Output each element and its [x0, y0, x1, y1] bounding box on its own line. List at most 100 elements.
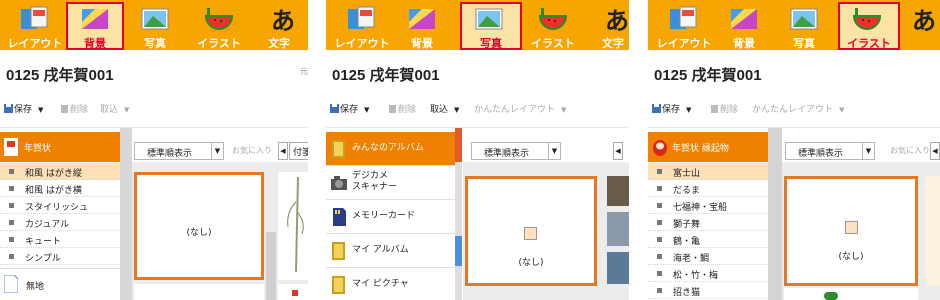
prev-arrow-icon[interactable]: ◀	[613, 142, 623, 160]
album-item[interactable]: マイ ピクチャ	[326, 268, 462, 300]
background-thumbnail[interactable]	[278, 172, 308, 280]
scroll-thumb[interactable]	[455, 236, 462, 266]
album-item[interactable]: メモリーカード	[326, 200, 462, 234]
tool-illust[interactable]: イラスト	[838, 2, 900, 50]
plain-category[interactable]: 無地	[0, 268, 120, 300]
screen-background-tab: レイアウト 背景 写真 イラスト あ 文字 0125 戌年賀001 元 保存 ▼ …	[0, 0, 308, 300]
sort-value: 標準順表示	[147, 149, 193, 159]
list-item[interactable]: 松・竹・梅	[648, 265, 768, 282]
category-header[interactable]: 年賀状	[0, 132, 120, 162]
material-browser: 標準順表示 ▼ ◀ (なし)	[463, 128, 629, 300]
save-button[interactable]: 保存 ▼	[4, 102, 43, 115]
prev-arrow-icon[interactable]: ◀	[930, 142, 940, 160]
delete-button[interactable]: 削除	[60, 102, 88, 115]
save-label: 保存	[14, 105, 33, 115]
list-item-label: 松・竹・梅	[673, 271, 719, 281]
album-item[interactable]: マイ アルバム	[326, 234, 462, 268]
tool-layout[interactable]: レイアウト	[6, 2, 64, 50]
tool-layout[interactable]: レイアウト	[655, 2, 713, 50]
tool-background[interactable]: 背景	[393, 2, 451, 50]
list-item[interactable]: カジュアル	[0, 214, 120, 231]
import-button[interactable]: 取込 ▼	[100, 102, 129, 115]
tag-button[interactable]: 付箋	[289, 142, 308, 160]
illust-thumbnail[interactable]	[784, 288, 918, 300]
tool-background[interactable]: 背景	[66, 2, 124, 50]
material-browser: 標準順表示 ▼ お気に入り ◀ (なし)	[782, 128, 940, 300]
album-item[interactable]: デジカメ スキャナー	[326, 166, 462, 200]
import-button[interactable]: 取込 ▼	[430, 102, 459, 115]
none-card[interactable]: (なし)	[784, 176, 918, 286]
save-icon	[652, 104, 661, 113]
document-title-bar: 0125 戌年賀001 元	[0, 50, 308, 92]
album-item[interactable]: みんなのアルバム	[326, 132, 462, 166]
list-item[interactable]: 鶴・亀	[648, 231, 768, 248]
background-icon	[82, 9, 108, 29]
tool-illust[interactable]: イラスト	[524, 2, 582, 50]
sidebar-scrollbar[interactable]	[455, 128, 462, 300]
photo-icon	[790, 8, 818, 30]
list-item[interactable]: 富士山	[648, 163, 768, 180]
watermelon-icon	[538, 8, 568, 30]
favorite-button[interactable]: お気に入り	[232, 145, 272, 156]
list-item[interactable]: 七福神・宝船	[648, 197, 768, 214]
none-card[interactable]: (なし)	[134, 172, 264, 280]
favorite-button[interactable]: お気に入り	[890, 145, 930, 156]
save-button[interactable]: 保存 ▼	[652, 102, 691, 115]
tool-layout[interactable]: レイアウト	[333, 2, 391, 50]
list-item[interactable]: 招き猫	[648, 282, 768, 299]
photo-thumbnail[interactable]	[607, 212, 629, 246]
tool-text[interactable]: あ	[904, 2, 940, 50]
tool-photo[interactable]: 写真	[460, 2, 522, 50]
none-card[interactable]: (なし)	[465, 176, 597, 286]
prev-arrow-icon[interactable]: ◀	[278, 142, 288, 160]
easy-layout-button[interactable]: かんたんレイアウト ▼	[474, 102, 566, 115]
album-label: みんなのアルバム	[352, 143, 424, 153]
user-tag: 元	[300, 67, 308, 76]
sort-select[interactable]: 標準順表示 ▼	[471, 142, 561, 160]
list-item[interactable]: だるま	[648, 180, 768, 197]
list-item[interactable]: 和風 はがき縦	[0, 163, 120, 180]
sidebar-scrollbar[interactable]	[120, 128, 132, 300]
save-button[interactable]: 保存 ▼	[330, 102, 369, 115]
delete-button[interactable]: 削除	[388, 102, 416, 115]
tool-illust[interactable]: イラスト	[190, 2, 248, 50]
photo-icon	[475, 8, 503, 30]
illust-thumbnail[interactable]	[926, 176, 940, 286]
sort-select[interactable]: 標準順表示 ▼	[785, 142, 875, 160]
scroll-thumb[interactable]	[455, 128, 462, 162]
chevron-down-icon: ▼	[686, 106, 692, 114]
list-item[interactable]: 獅子舞	[648, 214, 768, 231]
photo-thumbnail[interactable]	[607, 252, 629, 284]
list-item[interactable]: スタイリッシュ	[0, 197, 120, 214]
bullet-icon	[657, 203, 662, 208]
delete-button[interactable]: 削除	[710, 102, 738, 115]
sidebar-scrollbar[interactable]	[768, 128, 782, 300]
document-title: 0125 戌年賀001	[332, 67, 440, 84]
bullet-icon	[9, 186, 14, 191]
content-scrollbar[interactable]	[266, 232, 276, 300]
background-thumbnail[interactable]	[278, 284, 308, 300]
tool-photo[interactable]: 写真	[775, 2, 833, 50]
photo-thumbnail[interactable]	[607, 176, 629, 206]
list-item[interactable]: シンプル	[0, 248, 120, 265]
easy-layout-button[interactable]: かんたんレイアウト ▼	[752, 102, 844, 115]
list-item[interactable]: 和風 はがき横	[0, 180, 120, 197]
text-a-icon: あ	[605, 7, 629, 32]
background-thumbnail[interactable]	[134, 284, 264, 300]
list-item[interactable]: 海老・鯛	[648, 248, 768, 265]
tool-layout-label: レイアウト	[656, 37, 712, 50]
tool-text[interactable]: あ 文字	[584, 2, 629, 50]
bullet-icon	[9, 220, 14, 225]
tool-text[interactable]: あ 文字	[250, 2, 308, 50]
category-header[interactable]: 年賀状 縁起物	[648, 132, 768, 162]
list-item[interactable]: キュート	[0, 231, 120, 248]
tool-photo[interactable]: 写真	[126, 2, 184, 50]
action-bar: 保存 ▼ 削除 取込 ▼	[0, 92, 308, 128]
tool-background-label: 背景	[84, 37, 106, 50]
none-label: (なし)	[518, 258, 544, 268]
tool-background[interactable]: 背景	[715, 2, 773, 50]
sort-value: 標準順表示	[484, 149, 530, 159]
tool-layout-label: レイアウト	[7, 37, 63, 50]
sort-select[interactable]: 標準順表示 ▼	[134, 142, 224, 160]
list-item-label: 鶴・亀	[673, 237, 701, 247]
